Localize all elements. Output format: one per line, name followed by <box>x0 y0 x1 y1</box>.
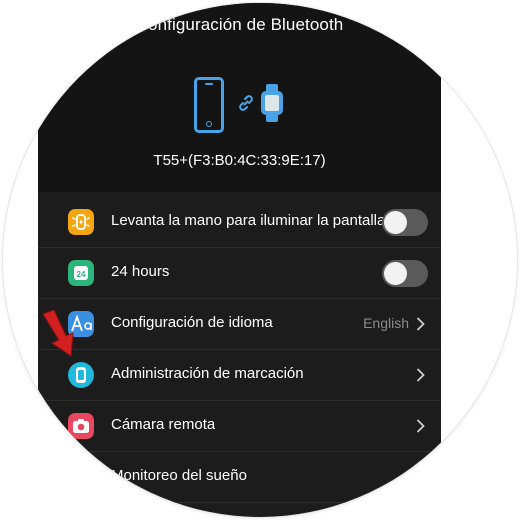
screenshot-circle-crop: Configuración de Bluetooth T55+(F3:B0:4C… <box>3 3 517 517</box>
24-hours-toggle[interactable] <box>382 260 428 287</box>
setting-label: Administración de marcación <box>111 365 304 382</box>
setting-label: Configuración de idioma <box>111 314 273 331</box>
settings-list: Levanta la mano para iluminar la pantall… <box>38 197 441 503</box>
setting-label: Cámara remota <box>111 416 216 433</box>
svg-text:24: 24 <box>77 270 86 279</box>
camera-icon <box>68 413 94 439</box>
red-arrow-icon <box>42 310 74 357</box>
setting-language[interactable]: Configuración de idioma English <box>38 299 441 350</box>
language-value: English <box>363 315 409 331</box>
chevron-right-icon <box>416 419 425 433</box>
page-title: Configuración de Bluetooth <box>135 15 344 34</box>
chevron-right-icon <box>416 317 425 331</box>
setting-label: 24 hours <box>111 263 170 280</box>
chevron-right-icon <box>416 368 425 382</box>
setting-watch-faces[interactable]: Administración de marcación <box>38 350 441 401</box>
setting-label: Monitoreo del sueño <box>111 467 247 484</box>
sleep-icon <box>68 464 94 490</box>
smartwatch-icon <box>261 84 283 122</box>
watch-light-icon <box>68 209 94 235</box>
device-name: T55+(F3:B0:4C:33:9E:17) <box>153 152 326 169</box>
setting-24-hours[interactable]: 24 24 hours <box>38 248 441 299</box>
setting-sleep-monitor[interactable]: Monitoreo del sueño <box>38 452 441 503</box>
setting-label: Levanta la mano para iluminar la pantall… <box>111 212 383 229</box>
clock-24-icon: 24 <box>68 260 94 286</box>
phone-icon <box>194 77 224 133</box>
link-icon <box>239 95 253 111</box>
setting-raise-to-wake[interactable]: Levanta la mano para iluminar la pantall… <box>38 197 441 248</box>
app-screen: Configuración de Bluetooth T55+(F3:B0:4C… <box>38 3 441 517</box>
watch-face-icon <box>68 362 94 388</box>
setting-remote-camera[interactable]: Cámara remota <box>38 401 441 452</box>
raise-to-wake-toggle[interactable] <box>382 209 428 236</box>
bluetooth-header: Configuración de Bluetooth T55+(F3:B0:4C… <box>38 3 441 192</box>
